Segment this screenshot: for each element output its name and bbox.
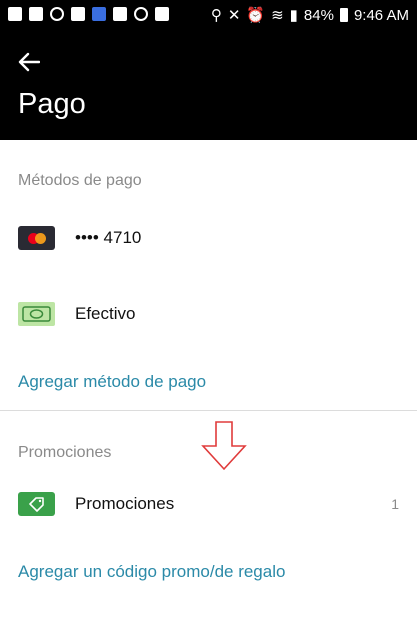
promotions-row[interactable]: Promociones 1 (0, 480, 417, 528)
battery-percent: 84% (303, 6, 334, 24)
card-number-label: •••• 4710 (75, 228, 142, 247)
mastercard-icon (18, 226, 55, 250)
add-promo-code-link[interactable]: Agregar un código promo/de regalo (18, 562, 285, 582)
gallery-icon (71, 7, 85, 21)
notification-icons (8, 7, 169, 21)
section-divider (0, 410, 417, 411)
clock: 9:46 AM (353, 6, 409, 24)
shield-icon (134, 7, 148, 21)
payment-methods-label: Métodos de pago (18, 172, 142, 189)
promotions-count: 1 (391, 496, 399, 512)
signal-icon: ▮ (289, 7, 298, 24)
location-icon: ⚲ (210, 7, 222, 24)
add-payment-method-link[interactable]: Agregar método de pago (18, 372, 206, 392)
payment-method-cash[interactable]: Efectivo (0, 290, 417, 338)
facebook-icon (29, 7, 43, 21)
whatsapp-icon (50, 7, 64, 21)
down-arrow-annotation-icon (201, 421, 247, 471)
status-bar: ⚲ ✕ ⏰ ≋ ▮ 84% 9:46 AM (0, 0, 417, 30)
tag-icon (18, 492, 55, 516)
app-header: Pago (0, 30, 417, 140)
mute-icon: ✕ (227, 7, 241, 24)
wifi-icon: ≋ (271, 7, 284, 24)
messenger-icon (8, 7, 22, 21)
cash-icon (18, 302, 55, 326)
music-icon (92, 7, 106, 21)
payment-method-card[interactable]: •••• 4710 (0, 214, 417, 262)
page-title: Pago (18, 88, 86, 120)
cash-label: Efectivo (75, 304, 136, 323)
promotions-label: Promociones (18, 444, 112, 461)
alarm-icon: ⏰ (246, 7, 266, 24)
battery-icon (339, 8, 348, 22)
back-arrow-icon[interactable] (18, 52, 40, 72)
copy-icon (113, 7, 127, 21)
system-icons: ⚲ ✕ ⏰ ≋ ▮ 84% 9:46 AM (210, 6, 409, 25)
youtube-icon (155, 7, 169, 21)
promotions-item-label: Promociones (75, 494, 175, 513)
